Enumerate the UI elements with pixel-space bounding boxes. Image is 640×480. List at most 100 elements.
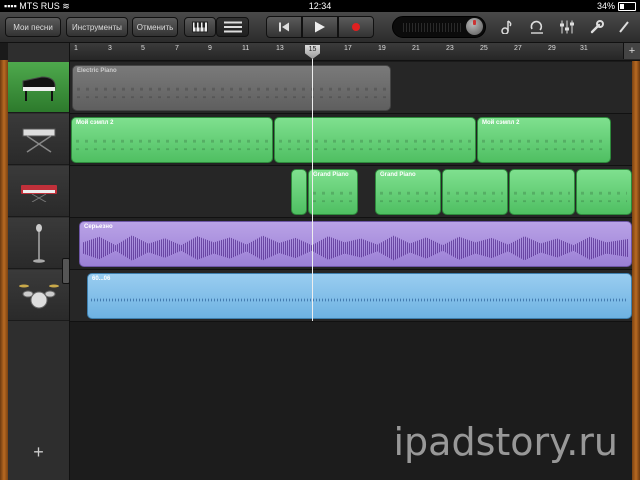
midi-notes [279,139,471,151]
region-name: Grand Piano [313,172,349,178]
region-name: Grand Piano [380,172,416,178]
ruler-bar-number: 3 [108,45,112,52]
region-drums[interactable]: 60...06 [87,273,632,319]
toolbar: Мои песни Инструменты Отменить [0,12,640,43]
track-lane-synth[interactable]: Grand Piano Grand Piano [70,166,632,218]
region-grand-piano-2[interactable]: Grand Piano [375,169,441,215]
mixer-icon [560,20,574,34]
midi-notes [581,191,627,203]
loop-icon [530,20,543,34]
level-meter [403,23,461,32]
audio-waveform [83,235,628,261]
ruler-bar-number: 5 [141,45,145,52]
track-header-synth[interactable] [8,166,69,217]
battery-indicator: 34% [597,0,636,12]
rewind-button[interactable] [266,16,302,38]
midi-notes [482,139,606,151]
midi-notes [380,191,436,203]
ruler-bar-number: 31 [580,45,588,52]
region-electric-piano[interactable]: Electric Piano [72,65,391,111]
mixer-button[interactable] [557,18,577,36]
drum-kit-icon [18,284,59,309]
grand-piano-icon [22,76,55,101]
region-grand-piano-5[interactable] [576,169,632,215]
region-sample-2[interactable] [274,117,476,163]
master-volume-knob[interactable] [466,18,483,35]
region-name: 60...06 [92,276,111,282]
status-bar: ▪▪▪▪ MTS RUS ≋ 12:34 34% [0,0,640,12]
drum-waveform [91,298,628,302]
track-lane-audio[interactable]: Серьезно [70,218,632,270]
piano-keys-icon [192,21,208,33]
region-grand-piano-1[interactable]: Grand Piano [308,169,358,215]
record-button[interactable] [338,16,374,38]
lcd-display [392,16,486,38]
watermark: ipadstory.ru [393,420,618,464]
ruler-bar-number: 9 [208,45,212,52]
region-name: Серьезно [84,224,113,230]
settings-button[interactable] [587,18,607,36]
loop-button[interactable] [527,18,547,36]
synth-keyboard-icon [20,185,57,202]
clock: 12:34 [308,1,332,11]
ruler-bar-number: 27 [514,45,522,52]
region-name: Мой сэмпл 2 [482,120,520,126]
pencil-icon [619,21,629,33]
region-audio-recording[interactable]: Серьезно [79,221,632,267]
region-sample-1[interactable]: Мой сэмпл 2 [71,117,273,163]
track-header-keyboard[interactable] [8,114,69,165]
region-sample-3[interactable]: Мой сэмпл 2 [477,117,611,163]
region-name: Electric Piano [77,68,117,74]
track-header-piano[interactable] [8,62,69,113]
track-lane-piano[interactable]: Electric Piano [70,62,632,114]
region-grand-piano-3[interactable] [442,169,508,215]
tracks-list-icon [223,21,242,33]
skip-to-start-icon [279,22,289,32]
play-icon [315,21,325,33]
wood-panel-right [632,60,640,480]
ruler-bar-number: 11 [242,45,250,52]
ruler-bar-number: 29 [548,45,556,52]
metronome-button[interactable] [497,18,517,36]
ruler-bar-number: 17 [344,45,352,52]
record-icon [352,23,360,31]
midi-notes [77,87,386,99]
region-name: Мой сэмпл 2 [76,120,114,126]
info-button[interactable] [614,18,634,36]
tracks-view-button[interactable] [216,17,249,37]
add-track-button[interactable]: + [8,440,69,464]
my-songs-button[interactable]: Мои песни [5,17,61,37]
garageband-tracks-view: ▪▪▪▪ MTS RUS ≋ 12:34 34% Мои песни Инстр… [0,0,640,480]
ruler-bar-number: 7 [175,45,179,52]
add-section-button[interactable]: + [623,43,640,59]
wood-panel-left [0,60,8,480]
undo-button[interactable]: Отменить [132,17,178,37]
region-grand-piano-short[interactable] [291,169,307,215]
battery-percent: 34% [596,1,615,11]
playhead-bar-number: 15 [308,46,317,53]
midi-notes [76,139,268,151]
region-grand-piano-4[interactable] [509,169,575,215]
track-lane-keyboard[interactable]: Мой сэмпл 2 Мой сэмпл 2 [70,114,632,166]
track-resize-handle[interactable] [62,258,70,284]
track-header-audio[interactable] [8,218,69,269]
ruler-bar-number: 25 [480,45,488,52]
microphone-icon [32,224,45,263]
midi-notes [514,191,570,203]
ruler-bar-number: 13 [276,45,284,52]
timeline-ruler[interactable]: 1 3 5 7 9 11 13 17 19 21 23 25 27 29 31 … [70,43,640,61]
track-header-drums[interactable] [8,270,69,321]
track-lane-drums[interactable]: 60...06 [70,270,632,322]
instruments-button[interactable]: Инструменты [66,17,128,37]
play-button[interactable] [302,16,338,38]
metronome-icon [501,20,512,34]
instrument-view-button[interactable] [184,17,216,37]
midi-notes [313,191,353,203]
ruler-bar-number: 23 [446,45,454,52]
keyboard-stand-icon [22,128,55,153]
ruler-bar-number: 21 [412,45,420,52]
ruler-bar-number: 19 [378,45,386,52]
midi-notes [447,191,503,203]
playhead-line [312,46,313,321]
wrench-icon [590,20,604,34]
